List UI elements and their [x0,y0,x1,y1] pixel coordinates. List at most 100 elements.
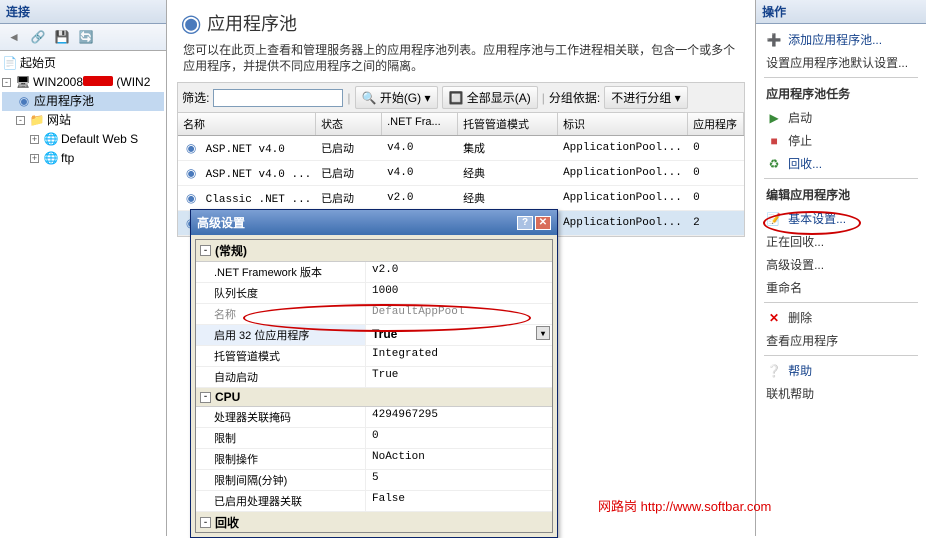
action-add-pool[interactable]: ➕添加应用程序池... [756,28,926,51]
prop-limit[interactable]: 限制0 [196,428,552,449]
group-select[interactable]: 不进行分组 ▾ [604,86,687,109]
table-row[interactable]: ◉ ASP.NET v4.0 ...已启动v4.0经典ApplicationPo… [178,161,744,186]
col-mode[interactable]: 托管管道模式 [458,113,558,135]
help-icon: ❔ [766,363,782,379]
group-label: 分组依据: [549,89,600,106]
save-icon: 💾 [54,29,70,45]
collapse-icon[interactable]: - [200,517,211,528]
expand-icon[interactable]: + [30,154,39,163]
filter-label: 筛选: [182,89,209,106]
prop-queue-length[interactable]: 队列长度1000 [196,283,552,304]
prop-pipeline-mode[interactable]: 托管管道模式Integrated [196,346,552,367]
action-stop[interactable]: ■停止 [756,129,926,152]
start-filter-button[interactable]: 🔍 开始(G) ▾ [355,86,438,109]
prop-name[interactable]: 名称DefaultAppPool [196,304,552,325]
prop-affinity-enabled[interactable]: 已启用处理器关联False [196,491,552,512]
action-advanced[interactable]: 高级设置... [756,253,926,276]
connections-panel: 连接 ◄ 🔗 💾 🔄 📄起始页 -🖥WIN2008 (WIN2 ◉应用程序池 -… [0,0,167,536]
refresh-icon: 🔄 [78,29,94,45]
tree-label: WIN2008 (WIN2 [33,74,150,91]
filter-bar: 筛选: | 🔍 开始(G) ▾ 🔲 全部显示(A) | 分组依据: 不进行分组 … [177,82,745,113]
table-row[interactable]: ◉ ASP.NET v4.0已启动v4.0集成ApplicationPool..… [178,136,744,161]
folder-icon: 📁 [29,113,45,129]
watermark: 网路岗 http://www.softbar.com [598,496,771,515]
collapse-icon[interactable]: - [200,392,211,403]
back-button[interactable]: ◄ [3,26,25,48]
connections-toolbar: ◄ 🔗 💾 🔄 [0,24,166,51]
play-icon: ▶ [766,110,782,126]
col-name[interactable]: 名称 [178,113,316,135]
action-basic-settings[interactable]: 📝基本设置... [756,207,926,230]
tree-label: Default Web S [61,131,138,148]
dialog-titlebar[interactable]: 高级设置 ? ✕ [191,210,557,235]
tree-label: 应用程序池 [34,93,94,110]
connections-header: 连接 [0,0,166,24]
title-area: ◉ 应用程序池 [167,0,755,42]
action-online-help[interactable]: 联机帮助 [756,382,926,405]
add-icon: ➕ [766,32,782,48]
expand-icon[interactable]: + [30,135,39,144]
property-grid: -(常规) .NET Framework 版本v2.0 队列长度1000 名称D… [195,239,553,533]
dropdown-icon[interactable]: ▾ [536,326,550,340]
grid-header: 名称 状态 .NET Fra... 托管管道模式 标识 应用程序 [178,113,744,136]
prop-auto-start[interactable]: 自动启动True [196,367,552,388]
col-status[interactable]: 状态 [316,113,382,135]
prop-limit-action[interactable]: 限制操作NoAction [196,449,552,470]
action-start[interactable]: ▶启动 [756,106,926,129]
tree-sites[interactable]: -📁网站 [2,111,164,130]
tree-label: 网站 [47,112,71,129]
category-general[interactable]: -(常规) [196,240,552,262]
connect-button[interactable]: 🔗 [27,26,49,48]
tree-site-default[interactable]: + 🌐Default Web S [2,130,164,149]
gear-icon: 📝 [766,211,782,227]
show-all-button[interactable]: 🔲 全部显示(A) [442,86,538,109]
connections-tree: 📄起始页 -🖥WIN2008 (WIN2 ◉应用程序池 -📁网站 +🌐Defau… [0,51,166,536]
collapse-icon[interactable]: - [2,78,11,87]
action-set-defaults[interactable]: 设置应用程序池默认设置... [756,51,926,74]
action-help[interactable]: ❔帮助 [756,359,926,382]
action-recycling[interactable]: 正在回收... [756,230,926,253]
tree-label: ftp [61,150,74,167]
category-cpu[interactable]: -CPU [196,388,552,407]
server-icon: 🖥 [15,75,31,91]
page-description: 您可以在此页上查看和管理服务器上的应用程序池列表。应用程序池与工作进程相关联，包… [167,42,755,82]
pool-icon: ◉ [183,15,199,31]
collapse-icon[interactable]: - [200,245,211,256]
refresh-button[interactable]: 🔄 [75,26,97,48]
tree-label: 起始页 [20,55,56,72]
stop-icon: ■ [766,133,782,149]
delete-icon: ✕ [766,310,782,326]
action-delete[interactable]: ✕删除 [756,306,926,329]
dialog-close-button[interactable]: ✕ [535,216,551,230]
prop-net-version[interactable]: .NET Framework 版本v2.0 [196,262,552,283]
table-row[interactable]: ◉ Classic .NET ...已启动v2.0经典ApplicationPo… [178,186,744,211]
tree-site-ftp[interactable]: +🌐ftp [2,149,164,168]
section-edit-pool: 编辑应用程序池 [756,182,926,207]
tree-server[interactable]: -🖥WIN2008 (WIN2 [2,73,164,92]
col-net[interactable]: .NET Fra... [382,113,458,135]
filter-input[interactable] [213,89,343,107]
prop-enable-32bit[interactable]: 启用 32 位应用程序True▾ [196,325,552,346]
page-icon: 📄 [2,56,18,72]
action-recycle[interactable]: ♻回收... [756,152,926,175]
globe-icon: 🌐 [43,132,59,148]
save-button[interactable]: 💾 [51,26,73,48]
col-apps[interactable]: 应用程序 [688,113,744,135]
dialog-help-button[interactable]: ? [517,216,533,230]
advanced-settings-dialog: 高级设置 ? ✕ -(常规) .NET Framework 版本v2.0 队列长… [190,209,558,538]
prop-affinity-mask[interactable]: 处理器关联掩码4294967295 [196,407,552,428]
tree-start-page[interactable]: 📄起始页 [2,54,164,73]
connect-icon: 🔗 [30,29,46,45]
action-view-apps[interactable]: 查看应用程序 [756,329,926,352]
collapse-icon[interactable]: - [16,116,25,125]
action-rename[interactable]: 重命名 [756,276,926,299]
pool-icon: ◉ [16,94,32,110]
prop-limit-interval[interactable]: 限制间隔(分钟)5 [196,470,552,491]
col-identity[interactable]: 标识 [558,113,688,135]
tree-app-pools[interactable]: ◉应用程序池 [2,92,164,111]
actions-header: 操作 [756,0,926,24]
category-recycle[interactable]: -回收 [196,512,552,533]
recycle-icon: ♻ [766,156,782,172]
dialog-title: 高级设置 [197,214,245,231]
section-pool-tasks: 应用程序池任务 [756,81,926,106]
